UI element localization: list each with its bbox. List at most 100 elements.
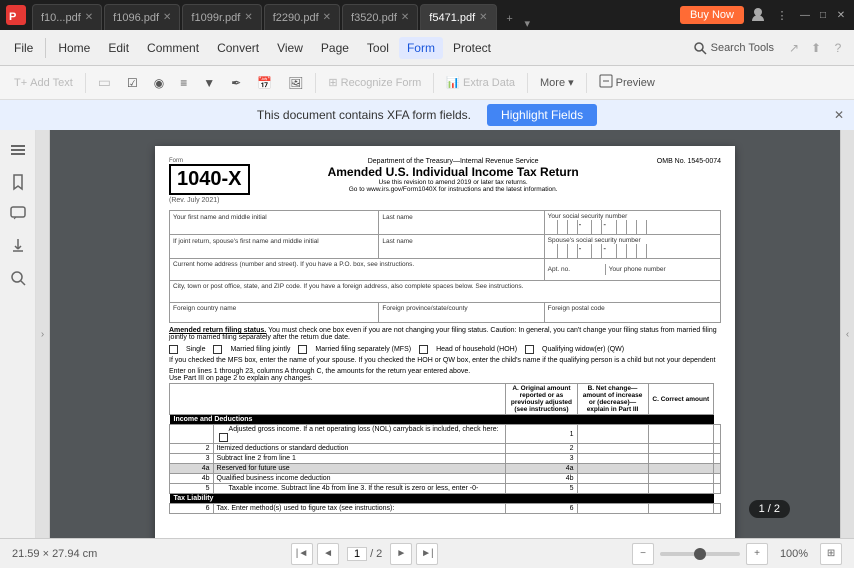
more-icon[interactable]: ⋮ bbox=[772, 5, 792, 25]
zoom-in-button[interactable]: + bbox=[746, 543, 768, 565]
tab-add-button[interactable]: + bbox=[499, 8, 521, 30]
user-icon[interactable] bbox=[748, 5, 768, 25]
menu-tool[interactable]: Tool bbox=[359, 37, 397, 59]
left-sidebar bbox=[0, 130, 36, 538]
ssn-box-1 bbox=[548, 220, 558, 234]
notification-text: This document contains XFA form fields. bbox=[257, 108, 471, 122]
row1-checkbox[interactable] bbox=[219, 433, 228, 442]
mfs-checkbox[interactable] bbox=[298, 345, 307, 354]
left-panel-toggle[interactable]: › bbox=[36, 130, 50, 538]
sign-button[interactable]: ✒ bbox=[225, 73, 247, 93]
add-text-button[interactable]: T+ Add Text bbox=[8, 74, 79, 92]
menu-convert[interactable]: Convert bbox=[209, 37, 267, 59]
prev-page-button[interactable]: ◄ bbox=[317, 543, 339, 565]
ssn-box-7 bbox=[617, 220, 627, 234]
search-icon bbox=[693, 41, 707, 55]
hoh-checkbox[interactable] bbox=[419, 345, 428, 354]
tab-f1096[interactable]: f1096.pdf ✕ bbox=[104, 4, 180, 30]
menu-protect[interactable]: Protect bbox=[445, 37, 499, 59]
minimize-button[interactable]: — bbox=[798, 8, 812, 22]
sidebar-bookmark-icon[interactable] bbox=[6, 170, 30, 194]
tab-close-f5471[interactable]: ✕ bbox=[479, 12, 487, 23]
highlight-fields-button[interactable]: Highlight Fields bbox=[487, 104, 597, 126]
tab-f5471[interactable]: f5471.pdf ✕ bbox=[420, 4, 496, 30]
next-page-button[interactable]: ► bbox=[390, 543, 412, 565]
tab-f3520[interactable]: f3520.pdf ✕ bbox=[342, 4, 418, 30]
row4b-col-a bbox=[577, 474, 648, 484]
phone-label: Your phone number bbox=[609, 266, 717, 273]
menu-page[interactable]: Page bbox=[313, 37, 357, 59]
recognize-form-button[interactable]: ⊞ Recognize Form bbox=[322, 73, 427, 92]
fit-page-button[interactable]: ⊞ bbox=[820, 543, 842, 565]
date-button[interactable]: 📅 bbox=[251, 73, 278, 93]
sidebar-layers-icon[interactable] bbox=[6, 138, 30, 162]
radio-button-tool[interactable]: ◉ bbox=[148, 73, 170, 93]
name-row: Your first name and middle initial Last … bbox=[170, 211, 721, 235]
last-name-label: Last name bbox=[382, 214, 540, 221]
tab-close-f3520[interactable]: ✕ bbox=[401, 12, 409, 23]
external-link-icon[interactable]: ↗ bbox=[784, 38, 804, 58]
row6-col-a bbox=[577, 504, 648, 514]
menu-home[interactable]: Home bbox=[50, 37, 98, 59]
zoom-percent: 100% bbox=[774, 548, 814, 560]
omb-number: OMB No. 1545-0074 bbox=[657, 158, 721, 165]
single-checkbox[interactable] bbox=[169, 345, 178, 354]
sidebar-search-icon[interactable] bbox=[6, 266, 30, 290]
row3-desc: Subtract line 2 from line 1 bbox=[213, 454, 506, 464]
form-header: Form 1040-X (Rev. July 2021) Department … bbox=[169, 158, 721, 204]
menu-comment[interactable]: Comment bbox=[139, 37, 207, 59]
menu-file[interactable]: File bbox=[6, 37, 41, 59]
sidebar-attachment-icon[interactable] bbox=[6, 234, 30, 258]
help-icon[interactable]: ? bbox=[828, 38, 848, 58]
buy-now-button[interactable]: Buy Now bbox=[680, 6, 744, 24]
more-button[interactable]: More ▾ bbox=[534, 73, 580, 92]
zoom-out-button[interactable]: − bbox=[632, 543, 654, 565]
list-icon: ≡ bbox=[180, 76, 187, 90]
tab-f1099[interactable]: f1099r.pdf ✕ bbox=[182, 4, 261, 30]
income-row-2: 2 Itemized deductions or standard deduct… bbox=[170, 444, 721, 454]
field-button[interactable]: ▭ bbox=[92, 71, 117, 94]
tab-overflow-button[interactable]: ▾ bbox=[521, 17, 535, 30]
row6-linenum: 6 bbox=[506, 504, 577, 514]
add-text-icon: T+ bbox=[14, 77, 27, 89]
menu-form[interactable]: Form bbox=[399, 37, 443, 59]
svg-text:P: P bbox=[9, 11, 16, 23]
preview-button[interactable]: Preview bbox=[593, 71, 661, 94]
extra-data-button[interactable]: 📊 Extra Data bbox=[440, 73, 521, 92]
page-number-input[interactable] bbox=[347, 547, 367, 561]
column-header-row: A. Original amount reported or as previo… bbox=[170, 384, 721, 415]
maximize-button[interactable]: □ bbox=[816, 8, 830, 22]
tab-close-f1099[interactable]: ✕ bbox=[244, 12, 252, 23]
tab-f110[interactable]: f10...pdf ✕ bbox=[32, 4, 102, 30]
mfj-checkbox[interactable] bbox=[213, 345, 222, 354]
upload-icon[interactable]: ⬆ bbox=[806, 38, 826, 58]
first-page-button[interactable]: |◄ bbox=[291, 543, 313, 565]
tax-row-6: 6 Tax. Enter method(s) used to figure ta… bbox=[170, 504, 721, 514]
page-dimensions: 21.59 × 27.94 cm bbox=[12, 548, 97, 560]
sidebar-comment-icon[interactable] bbox=[6, 202, 30, 226]
menu-edit[interactable]: Edit bbox=[100, 37, 137, 59]
zoom-slider[interactable] bbox=[660, 552, 740, 556]
list-button[interactable]: ≡ bbox=[174, 73, 193, 93]
combo-button[interactable]: ▼ bbox=[197, 73, 221, 93]
search-tools-area: Search Tools bbox=[693, 41, 774, 55]
last-page-button[interactable]: ►| bbox=[416, 543, 438, 565]
ssn-box-2 bbox=[558, 220, 568, 234]
menu-view[interactable]: View bbox=[269, 37, 311, 59]
row5-linenum: 5 bbox=[506, 484, 577, 494]
tab-close-f1096[interactable]: ✕ bbox=[163, 12, 171, 23]
sssn-box-1 bbox=[548, 244, 558, 258]
tab-close-f110[interactable]: ✕ bbox=[85, 12, 93, 23]
row2-desc: Itemized deductions or standard deductio… bbox=[213, 444, 506, 454]
tab-f2290[interactable]: f2290.pdf ✕ bbox=[264, 4, 340, 30]
image-button[interactable]: 🖼 bbox=[282, 73, 309, 93]
ssn-box-5 bbox=[592, 220, 602, 234]
notification-close-button[interactable]: ✕ bbox=[834, 108, 844, 122]
income-section-label: Income and Deductions bbox=[170, 415, 714, 425]
checkbox-button[interactable]: ☑ bbox=[121, 73, 144, 93]
qw-checkbox[interactable] bbox=[525, 345, 534, 354]
close-button[interactable]: ✕ bbox=[834, 8, 848, 22]
tab-close-f2290[interactable]: ✕ bbox=[323, 12, 331, 23]
page-navigation: |◄ ◄ / 2 ► ►| bbox=[291, 543, 438, 565]
right-panel-toggle[interactable]: ‹ bbox=[840, 130, 854, 538]
